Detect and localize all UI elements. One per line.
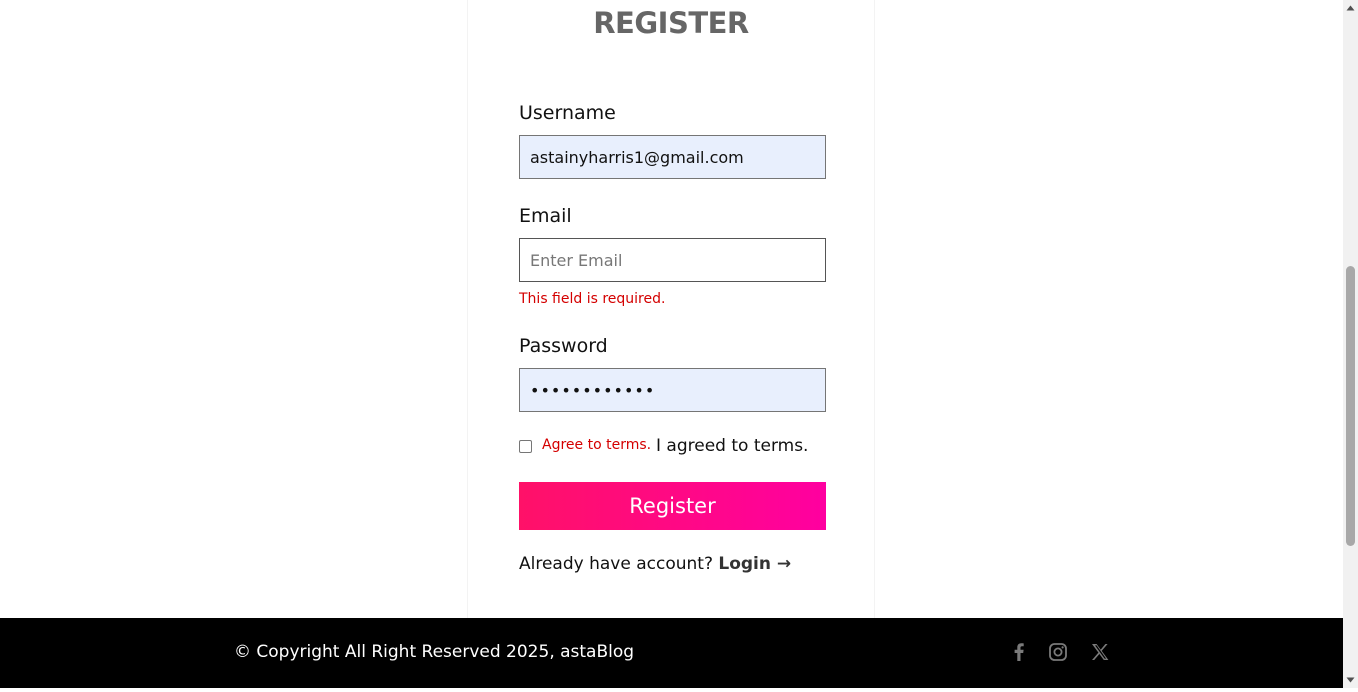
password-input[interactable] [519,368,826,412]
page-viewport: REGISTER Username Email This field is re… [0,0,1343,688]
login-prompt-text: Already have account? [519,554,713,574]
footer: © Copyright All Right Reserved 2025, ast… [0,618,1343,688]
register-card: REGISTER Username Email This field is re… [467,0,875,618]
instagram-icon[interactable] [1046,640,1070,664]
x-icon[interactable] [1088,640,1112,664]
terms-error-message: Agree to terms. [542,437,652,453]
terms-checkbox[interactable] [519,440,532,453]
login-link[interactable]: Login → [718,554,791,574]
login-prompt-row: Already have account? Login → [519,554,791,574]
terms-label[interactable]: I agreed to terms. [656,436,808,456]
scroll-up-arrow-icon[interactable] [1343,0,1358,17]
copyright-text: © Copyright All Right Reserved 2025, ast… [234,642,635,662]
username-label: Username [519,102,616,124]
vertical-scrollbar[interactable] [1343,0,1358,688]
username-input[interactable] [519,135,826,179]
email-input[interactable] [519,238,826,282]
page-title: REGISTER [593,6,749,40]
email-label: Email [519,205,572,227]
facebook-icon[interactable] [1007,640,1031,664]
scrollbar-thumb[interactable] [1346,266,1355,546]
password-label: Password [519,335,608,357]
scroll-down-arrow-icon[interactable] [1343,671,1358,688]
register-button[interactable]: Register [519,482,826,530]
email-error-message: This field is required. [519,291,666,307]
